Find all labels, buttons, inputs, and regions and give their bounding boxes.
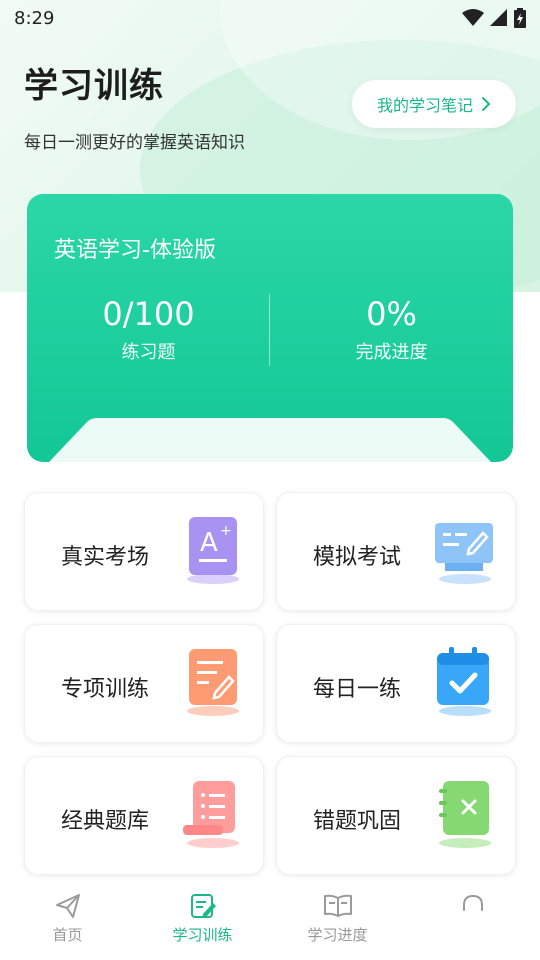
status-bar: 8:29 xyxy=(0,0,540,36)
wifi-icon xyxy=(462,9,484,26)
calendar-check-icon xyxy=(437,647,491,716)
document-edit-icon xyxy=(187,649,239,716)
tile-label: 模拟考试 xyxy=(313,545,402,570)
tile-label: 每日一练 xyxy=(313,677,402,702)
tab-study-training[interactable]: 学习训练 xyxy=(135,884,270,960)
tile-label: 经典题库 xyxy=(61,809,150,834)
tile-wrong-review[interactable]: 错题巩固 xyxy=(276,756,516,875)
tile-special-training[interactable]: 专项训练 xyxy=(24,624,264,743)
course-name: 英语学习-体验版 xyxy=(54,238,216,263)
card-notch-decoration xyxy=(49,418,491,462)
course-card[interactable]: 英语学习-体验版 0/100 练习题 0% 完成进度 xyxy=(27,194,513,462)
tab-service[interactable] xyxy=(405,884,540,960)
headset-icon xyxy=(462,894,483,911)
scroll-list-icon xyxy=(183,781,239,848)
notebook-x-icon xyxy=(439,781,491,848)
completion-stat: 0% 完成进度 xyxy=(270,294,513,364)
tab-home-label: 首页 xyxy=(52,926,83,944)
bottom-tab-bar: 首页 学习训练 学习进度 xyxy=(0,884,540,960)
status-time: 8:29 xyxy=(14,7,55,29)
chevron-right-icon xyxy=(482,97,491,111)
exam-paper-icon: A + xyxy=(187,517,239,584)
completion-label: 完成进度 xyxy=(355,342,428,363)
paper-plane-icon xyxy=(55,894,80,918)
status-icons xyxy=(462,8,526,28)
my-notes-label: 我的学习笔记 xyxy=(376,96,473,115)
tab-study-training-label: 学习训练 xyxy=(172,926,233,944)
tile-mock-exam[interactable]: 模拟考试 xyxy=(276,492,516,611)
tab-study-progress[interactable]: 学习进度 xyxy=(270,884,405,960)
svg-text:A: A xyxy=(200,528,218,558)
battery-icon xyxy=(514,8,526,28)
tile-label: 专项训练 xyxy=(61,677,150,702)
tile-classic-bank[interactable]: 经典题库 xyxy=(24,756,264,875)
edit-note-icon xyxy=(190,894,216,918)
tab-home[interactable]: 首页 xyxy=(0,884,135,960)
page-title: 学习训练 xyxy=(24,66,164,106)
exercise-count-label: 练习题 xyxy=(121,342,176,363)
signal-icon xyxy=(490,9,507,26)
tile-daily-practice[interactable]: 每日一练 xyxy=(276,624,516,743)
open-book-icon xyxy=(323,894,352,917)
tile-real-exam[interactable]: 真实考场 A + xyxy=(24,492,264,611)
page-subtitle: 每日一测更好的掌握英语知识 xyxy=(24,133,245,153)
my-notes-button[interactable]: 我的学习笔记 xyxy=(352,80,516,128)
tab-study-progress-label: 学习进度 xyxy=(307,926,368,944)
tile-label: 错题巩固 xyxy=(313,809,402,834)
svg-text:+: + xyxy=(220,523,232,539)
completion-value: 0% xyxy=(366,295,417,333)
exercise-count-stat: 0/100 练习题 xyxy=(27,294,270,364)
tile-label: 真实考场 xyxy=(61,545,150,570)
computer-edit-icon xyxy=(435,523,493,584)
exercise-count-value: 0/100 xyxy=(102,295,195,333)
